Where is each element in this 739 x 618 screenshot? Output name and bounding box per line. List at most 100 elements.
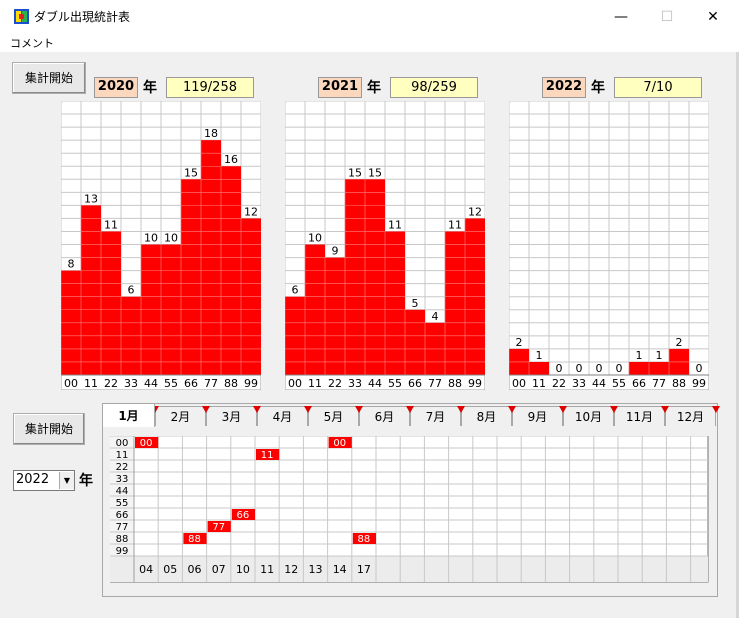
data-label-22: 11 [104,218,118,231]
maximize-button[interactable]: ☐ [644,4,690,30]
row-label: 99 [116,546,129,557]
hit-label: 88 [358,534,371,545]
tab-marker-icon [457,406,465,413]
chart-2020: 8 00 13 11 11 22 6 33 10 44 10 55 15 66 18 77 16 88 12 99 [61,101,261,390]
bar-11 [529,361,549,375]
x-tick-label: 22 [328,377,342,390]
data-label-77: 4 [432,310,439,323]
bottom-start-button[interactable]: 集計開始 [13,413,85,445]
count-box-2022: 7/10 [614,77,702,98]
hit-label: 88 [188,534,201,545]
year-label: 年 [367,80,381,96]
day-label: 11 [260,563,274,576]
data-label-00: 2 [516,336,523,349]
x-tick-label: 44 [592,377,606,390]
menu-bar [0,32,739,52]
data-label-88: 2 [676,336,683,349]
count-box-2021: 98/259 [390,77,478,98]
bar-33 [345,179,365,375]
close-button[interactable]: ✕ [690,4,736,30]
row-label: 22 [116,462,129,473]
row-label: 44 [116,486,129,497]
data-label-77: 1 [656,349,663,362]
data-label-33: 6 [128,284,135,297]
minimize-button[interactable]: — [598,4,644,30]
menu-item-comment[interactable]: コメント [10,35,54,51]
row-label: 00 [116,438,129,449]
tab-marker-icon [610,406,618,413]
data-label-44: 15 [368,166,382,179]
data-label-88: 11 [448,218,462,231]
tab-marker-icon [202,406,210,413]
x-tick-label: 66 [408,377,422,390]
x-tick-label: 99 [244,377,258,390]
data-label-22: 9 [332,245,339,258]
bar-66 [629,361,649,375]
year-select-value: 2022 [16,472,50,487]
day-label: 14 [333,563,347,576]
data-label-77: 18 [204,127,218,140]
data-label-66: 1 [636,349,643,362]
day-label: 12 [284,563,298,576]
bar-55 [385,231,405,375]
data-label-55: 0 [616,362,623,375]
data-label-44: 0 [596,362,603,375]
tab-month-2[interactable]: 2月 [155,406,206,426]
x-tick-label: 88 [224,377,238,390]
tab-month-10[interactable]: 10月 [563,406,614,426]
year-box-2021: 2021 [318,77,362,98]
tab-month-3[interactable]: 3月 [206,406,257,426]
x-tick-label: 55 [612,377,626,390]
bar-22 [101,231,121,375]
tab-month-6[interactable]: 6月 [359,406,410,426]
x-tick-label: 00 [512,377,526,390]
row-label: 33 [116,474,129,485]
data-label-99: 0 [696,362,703,375]
x-tick-label: 33 [572,377,586,390]
tab-marker-icon [253,406,261,413]
day-label: 10 [236,563,250,576]
x-tick-label: 77 [652,377,666,390]
app-icon [14,9,29,24]
year-box-2022: 2022 [542,77,586,98]
hit-label: 00 [333,438,346,449]
x-tick-label: 33 [348,377,362,390]
window-title: ダブル出現統計表 [34,10,131,24]
tab-month-4[interactable]: 4月 [257,406,308,426]
x-tick-label: 99 [468,377,482,390]
x-tick-label: 00 [64,377,78,390]
tab-month-11[interactable]: 11月 [614,406,665,426]
tab-month-12[interactable]: 12月 [665,406,716,426]
row-label: 77 [116,522,129,533]
row-label: 55 [116,498,129,509]
day-label: 07 [212,563,226,576]
tab-month-7[interactable]: 7月 [410,406,461,426]
tab-marker-icon [559,406,567,413]
bar-44 [365,179,385,375]
x-tick-label: 66 [632,377,646,390]
data-label-66: 5 [412,297,419,310]
day-label: 04 [139,563,153,576]
top-start-button[interactable]: 集計開始 [12,62,86,94]
chart-2022: 200111022033044055166177288099 [509,101,709,390]
x-tick-label: 99 [692,377,706,390]
tab-month-8[interactable]: 8月 [461,406,512,426]
tab-month-5[interactable]: 5月 [308,406,359,426]
data-label-33: 0 [576,362,583,375]
year-label: 年 [79,473,93,489]
x-tick-label: 00 [288,377,302,390]
x-tick-label: 66 [184,377,198,390]
hit-label: 11 [261,450,274,461]
day-label: 06 [188,563,202,576]
tab-month-1[interactable]: 1月 [102,403,155,427]
chart-2021: 600101192215331544115556647711881299 [285,101,485,390]
row-label: 11 [116,450,129,461]
count-box-2020: 119/258 [166,77,254,98]
month-table: 0011223344556677889904 05 06 07 10 11 12 13 14 17… [110,436,709,583]
x-tick-label: 55 [164,377,178,390]
data-label-88: 16 [224,153,238,166]
dropdown-arrow-icon[interactable]: ▼ [59,472,74,489]
day-label: 13 [309,563,323,576]
data-label-44: 10 [144,232,158,245]
tab-month-9[interactable]: 9月 [512,406,563,426]
